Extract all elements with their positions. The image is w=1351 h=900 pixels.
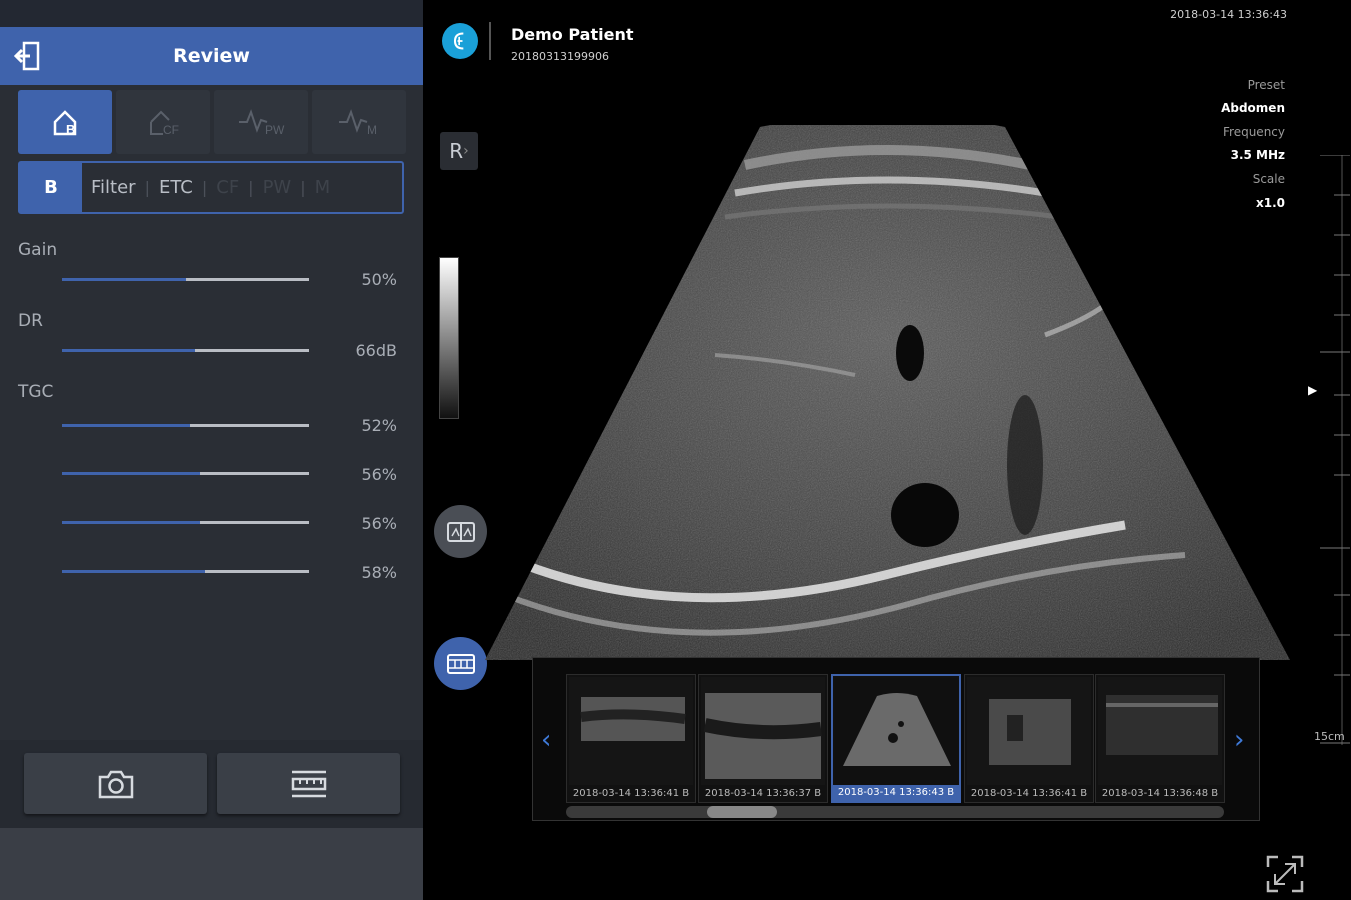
mode-m-button[interactable]: M: [312, 90, 406, 154]
left-control-panel: Review B CF PW M B Filter | ETC | CF | P…: [0, 0, 423, 900]
chevron-left-icon[interactable]: ‹: [541, 725, 551, 755]
subtab-etc[interactable]: ETC: [150, 163, 202, 212]
depth-value: 15cm: [1314, 730, 1345, 743]
tgc-value-1: 52%: [361, 416, 397, 435]
tgc-value-2: 56%: [361, 465, 397, 484]
preset-value: Abdomen: [1221, 101, 1285, 115]
chevron-right-icon: ›: [463, 143, 469, 159]
thumbnail-scroll-handle[interactable]: [707, 806, 777, 818]
ultrasound-image[interactable]: [485, 125, 1290, 660]
ruler-icon: [291, 770, 326, 797]
panel-title: Review: [173, 45, 250, 67]
fullscreen-icon[interactable]: [1265, 854, 1305, 894]
subtab-cf: CF: [216, 177, 240, 198]
cf-mode-icon: CF: [150, 110, 179, 137]
thumbnail-image: [967, 677, 1091, 785]
thumbnail-caption: 2018-03-14 13:36:43 B: [833, 785, 959, 801]
tgc-value-3: 56%: [361, 514, 397, 533]
panel-footer: [0, 828, 423, 900]
capture-button[interactable]: [24, 753, 207, 814]
dr-label: DR: [18, 311, 43, 331]
dr-value: 66dB: [355, 341, 398, 360]
b-mode-icon: B: [53, 110, 77, 137]
thumbnail-image: [569, 677, 693, 785]
bottom-toolbar: [0, 740, 423, 828]
dr-slider[interactable]: [62, 349, 309, 352]
dual-view-button[interactable]: [434, 505, 487, 558]
parameter-subtabs: B Filter | ETC | CF | PW | M: [18, 161, 404, 214]
mode-cf-button[interactable]: CF: [116, 90, 210, 154]
subtab-pw: PW: [262, 177, 292, 198]
tgc-slider-4[interactable]: [62, 570, 309, 573]
exit-icon[interactable]: [13, 40, 48, 72]
panel-header: Review: [0, 27, 423, 85]
depth-ruler: [1320, 155, 1350, 745]
measure-button[interactable]: [217, 753, 400, 814]
subtab-m: M: [314, 177, 331, 198]
m-mode-icon: M: [339, 109, 377, 137]
thumbnail-caption: 2018-03-14 13:36:41 B: [970, 788, 1088, 799]
thumbnail-image: [1098, 677, 1222, 785]
logo-icon: [453, 32, 464, 50]
tgc-slider-2[interactable]: [62, 472, 309, 475]
thumbnail-1[interactable]: 2018-03-14 13:36:41 B: [566, 674, 696, 803]
thumbnail-caption: 2018-03-14 13:36:41 B: [572, 788, 690, 799]
camera-icon: [98, 770, 133, 798]
current-datetime: 2018-03-14 13:36:43: [1170, 8, 1287, 21]
subtab-filter[interactable]: Filter: [82, 163, 145, 212]
grayscale-bar: [439, 257, 459, 419]
mode-b-button[interactable]: B: [18, 90, 112, 154]
header-divider: [489, 22, 491, 60]
thumbnail-3[interactable]: 2018-03-14 13:36:43 B: [831, 674, 961, 803]
status-strip: [0, 0, 423, 27]
thumbnail-image: [701, 677, 825, 785]
orientation-label: R: [449, 139, 464, 163]
app-logo: [442, 23, 478, 59]
thumbnail-caption: 2018-03-14 13:36:48 B: [1101, 788, 1219, 799]
tgc-label: TGC: [18, 382, 54, 402]
dual-image-icon: [446, 521, 475, 542]
thumbnail-2[interactable]: 2018-03-14 13:36:37 B: [698, 674, 828, 803]
svg-text:CF: CF: [163, 123, 179, 137]
patient-id: 20180313199906: [511, 50, 609, 63]
gain-value: 50%: [361, 270, 397, 289]
svg-text:M: M: [367, 123, 377, 137]
thumbnail-scrollbar[interactable]: [566, 806, 1224, 818]
tgc-slider-1[interactable]: [62, 424, 309, 427]
orientation-button[interactable]: R ›: [440, 132, 478, 170]
mode-tabs: B CF PW M: [18, 90, 406, 154]
mode-pw-button[interactable]: PW: [214, 90, 308, 154]
cine-button[interactable]: [434, 637, 487, 690]
thumbnail-5[interactable]: 2018-03-14 13:36:48 B: [1095, 674, 1225, 803]
pw-mode-icon: PW: [239, 109, 285, 137]
gain-label: Gain: [18, 240, 58, 260]
chevron-right-icon[interactable]: ›: [1234, 725, 1244, 755]
thumbnail-4[interactable]: 2018-03-14 13:36:41 B: [964, 674, 1094, 803]
tgc-value-4: 58%: [361, 563, 397, 582]
svg-text:B: B: [66, 122, 75, 137]
preset-label: Preset: [1247, 78, 1285, 92]
subtab-b[interactable]: B: [20, 163, 82, 212]
film-icon: [446, 653, 475, 674]
focus-marker-icon[interactable]: ▶: [1308, 383, 1317, 397]
thumbnail-caption: 2018-03-14 13:36:37 B: [704, 788, 822, 799]
svg-text:PW: PW: [265, 123, 285, 137]
tgc-slider-3[interactable]: [62, 521, 309, 524]
thumbnail-image: [835, 678, 959, 786]
gain-slider[interactable]: [62, 278, 309, 281]
patient-name: Demo Patient: [511, 25, 634, 44]
